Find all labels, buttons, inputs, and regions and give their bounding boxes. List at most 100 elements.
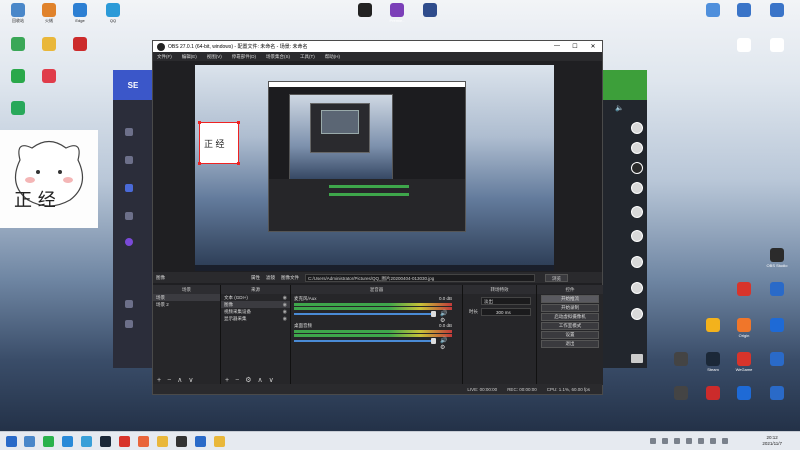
taskbar-app-icon[interactable] [119, 436, 130, 447]
duration-field[interactable]: 300 ms [481, 308, 531, 316]
settings-button[interactable]: 设置 [541, 331, 599, 339]
properties-button[interactable]: 属性 [251, 275, 260, 281]
menu-item[interactable]: 视图(V) [207, 54, 222, 60]
taskbar-app-icon[interactable] [195, 436, 206, 447]
source-item[interactable]: 图像 ◉ [221, 301, 290, 308]
avatar[interactable] [631, 182, 643, 194]
desktop-icon[interactable] [760, 282, 794, 298]
start-button[interactable] [6, 436, 17, 447]
desktop-icon[interactable]: WeGame [727, 352, 761, 373]
maximize-button[interactable]: ☐ [566, 43, 584, 50]
avatar[interactable] [631, 230, 643, 242]
desktop-icon[interactable] [348, 3, 382, 19]
studio-mode-button[interactable]: 工作室模式 [541, 322, 599, 330]
resize-handle[interactable] [198, 162, 201, 165]
desktop-icon[interactable] [664, 386, 698, 402]
taskbar-app-icon[interactable] [100, 436, 111, 447]
desktop-icon[interactable] [727, 38, 761, 54]
minimize-button[interactable]: — [548, 43, 566, 50]
volume-slider[interactable]: 🔊⚙ [294, 311, 452, 324]
taskbar-app-icon[interactable] [62, 436, 73, 447]
taskbar-app-icon[interactable] [157, 436, 168, 447]
tray-icon[interactable] [710, 438, 716, 444]
desktop-icon[interactable] [664, 352, 698, 368]
add-source-button[interactable]: + [225, 377, 229, 384]
desktop-icon[interactable]: Origin [727, 318, 761, 339]
tray-icon[interactable] [722, 438, 728, 444]
menu-item[interactable]: 帮助(H) [325, 54, 340, 60]
clock[interactable]: 20:12 2021/11/7 [762, 435, 782, 447]
desktop-icon[interactable] [32, 37, 66, 53]
desktop-icon[interactable] [727, 3, 761, 19]
desktop-icon[interactable] [32, 69, 66, 85]
source-settings-icon[interactable]: ⚙ [245, 376, 251, 384]
nav-icon-3[interactable] [125, 184, 133, 192]
desktop-icon[interactable] [760, 318, 794, 334]
sticker-image[interactable]: 正 经 [0, 130, 98, 228]
tray-icon[interactable] [686, 438, 692, 444]
nav-icon-1[interactable] [125, 128, 133, 136]
source-item[interactable]: 视频采集设备 ◉ [221, 308, 290, 315]
move-up-button[interactable]: ∧ [177, 376, 182, 384]
browse-button[interactable]: 浏览 [545, 273, 568, 282]
menu-item[interactable]: 编辑(E) [182, 54, 197, 60]
taskbar-app-icon[interactable] [43, 436, 54, 447]
close-button[interactable]: ✕ [584, 43, 602, 50]
desktop-icon[interactable] [760, 386, 794, 402]
move-up-button[interactable]: ∧ [257, 376, 262, 384]
desktop-icon[interactable] [760, 352, 794, 368]
taskbar-app-icon[interactable] [176, 436, 187, 447]
desktop-icon[interactable]: Edge [63, 3, 97, 24]
avatar[interactable] [631, 308, 643, 320]
avatar[interactable] [631, 122, 643, 134]
add-scene-button[interactable]: + [157, 377, 161, 384]
desktop-icon[interactable]: QQ [96, 3, 130, 24]
taskbar-app-icon[interactable] [81, 436, 92, 447]
source-item[interactable]: 显示器采集 ◉ [221, 315, 290, 322]
resize-handle[interactable] [237, 162, 240, 165]
eye-icon[interactable]: ◉ [283, 316, 287, 322]
eye-icon[interactable]: ◉ [283, 309, 287, 315]
avatar[interactable] [631, 282, 643, 294]
virtual-camera-button[interactable]: 启动虚拟摄像机 [541, 313, 599, 321]
resize-handle[interactable] [237, 121, 240, 124]
tray-icon[interactable] [650, 438, 656, 444]
taskbar-app-icon[interactable] [24, 436, 35, 447]
left-app-window[interactable]: SE [113, 70, 153, 368]
desktop-icon[interactable] [1, 69, 35, 85]
desktop-icon[interactable]: Premie.. [380, 3, 414, 24]
filters-button[interactable]: 滤镜 [266, 275, 275, 281]
desktop-icon[interactable] [760, 38, 794, 54]
avatar[interactable] [631, 206, 643, 218]
nav-icon-5[interactable] [125, 238, 133, 246]
menu-item[interactable]: 停靠部件(D) [232, 54, 256, 60]
chat-icon[interactable] [631, 354, 643, 363]
exit-button[interactable]: 退出 [541, 340, 599, 348]
scene-item[interactable]: 场景 [153, 294, 220, 301]
nav-icon-2[interactable] [125, 156, 133, 164]
tray-icon[interactable] [698, 438, 704, 444]
remove-source-button[interactable]: − [235, 377, 239, 384]
gear-icon[interactable] [125, 320, 133, 328]
resize-handle[interactable] [198, 121, 201, 124]
desktop-icon[interactable] [727, 386, 761, 402]
move-down-button[interactable]: ∨ [188, 376, 193, 384]
tray-icon[interactable] [674, 438, 680, 444]
volume-slider[interactable]: 🔊⚙ [294, 338, 452, 351]
desktop-icon[interactable] [760, 3, 794, 19]
desktop-icon[interactable] [1, 101, 35, 117]
desktop-icon[interactable] [696, 318, 730, 334]
avatar[interactable] [631, 142, 643, 154]
speaker-icon[interactable]: 🔊⚙ [440, 337, 452, 351]
taskbar-app-icon[interactable] [138, 436, 149, 447]
avatar[interactable] [631, 162, 643, 174]
avatar[interactable] [631, 256, 643, 268]
desktop-icon[interactable] [727, 282, 761, 298]
obs-window[interactable]: OBS 27.0.1 (64-bit, windows) - 配置文件: 未命名… [152, 40, 603, 395]
start-streaming-button[interactable]: 开始推流 [541, 295, 599, 303]
preview-canvas[interactable]: 正 经 [195, 65, 554, 271]
search-icon[interactable] [125, 300, 133, 308]
menu-item[interactable]: 场景集合(S) [266, 54, 290, 60]
start-recording-button[interactable]: 开始录制 [541, 304, 599, 312]
desktop-icon[interactable]: 回收站 [1, 3, 35, 24]
